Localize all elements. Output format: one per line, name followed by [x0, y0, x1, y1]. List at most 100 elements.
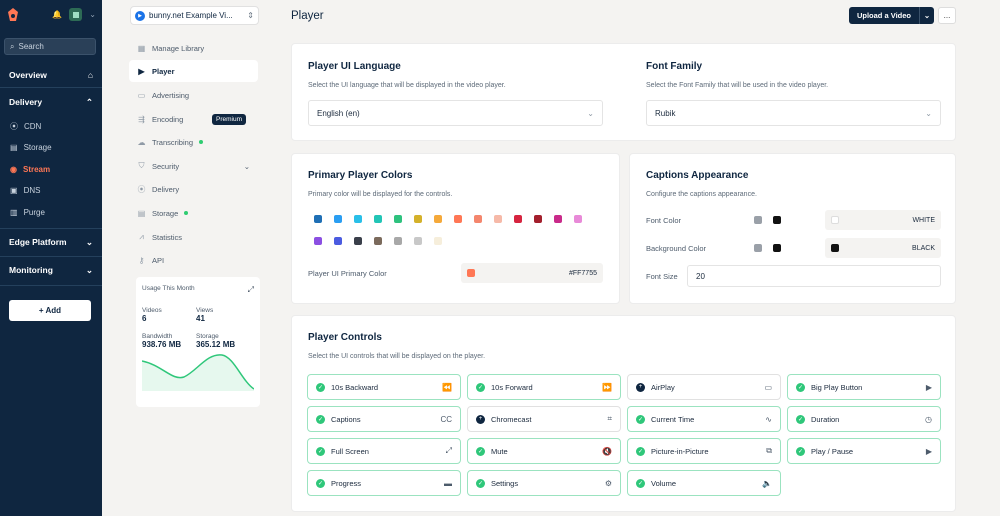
control-toggle[interactable]: ✓ 10s Forward ⏩	[467, 374, 621, 400]
font-size-input[interactable]: 20	[687, 265, 941, 287]
color-swatch[interactable]	[534, 215, 542, 223]
check-icon: ✓	[476, 446, 485, 456]
check-icon: ✓	[636, 478, 645, 488]
color-swatch[interactable]	[394, 237, 402, 245]
search-input[interactable]: ⌕ Search	[4, 38, 96, 55]
color-swatch[interactable]	[394, 215, 402, 223]
library-selector[interactable]: ▶ bunny.net Example Vi... ⇕	[130, 6, 259, 25]
control-label: Volume	[651, 478, 677, 488]
nav-edge-platform[interactable]: Edge Platform ⌄	[0, 235, 102, 249]
bell-icon[interactable]: 🔔	[52, 10, 62, 19]
chevron-down-icon[interactable]: ⌄	[89, 10, 96, 19]
stream-icon: ◉	[10, 164, 17, 174]
control-toggle[interactable]: ✓ Captions CC	[307, 406, 461, 432]
plus-icon: +	[636, 382, 645, 392]
color-swatch[interactable]	[414, 237, 422, 245]
control-toggle[interactable]: ✓ 10s Backward ⏪	[307, 374, 461, 400]
more-button[interactable]: ...	[938, 7, 956, 24]
nav-storage[interactable]: ▤ Storage	[0, 141, 102, 153]
control-toggle[interactable]: ✓ Picture-in-Picture ⧉	[627, 438, 781, 464]
chevron-down-icon[interactable]: ⌄	[919, 7, 934, 24]
nav-stream[interactable]: ◉ Stream	[0, 163, 102, 175]
font-select[interactable]: Rubik ⌄	[646, 100, 941, 126]
check-icon: ✓	[316, 414, 325, 424]
control-toggle[interactable]: ✓ Settings ⚙	[467, 470, 621, 496]
color-swatch[interactable]	[354, 215, 362, 223]
control-label: Duration	[811, 414, 840, 424]
captions-card: Captions Appearance Configure the captio…	[629, 153, 956, 304]
font-color-black-swatch[interactable]	[773, 216, 781, 224]
bg-color-field[interactable]: BLACK	[825, 238, 941, 258]
menu-delivery[interactable]: ⦿ Delivery	[129, 178, 258, 200]
control-toggle[interactable]: ✓ Full Screen ⤢	[307, 438, 461, 464]
menu-label: Player	[152, 66, 175, 76]
menu-storage[interactable]: ▤ Storage	[129, 202, 258, 224]
menu-api[interactable]: ⚷ API	[129, 249, 258, 271]
color-swatch[interactable]	[574, 215, 582, 223]
font-value: Rubik	[655, 108, 676, 118]
nav-monitoring[interactable]: Monitoring ⌄	[0, 263, 102, 277]
menu-transcribing[interactable]: ☁ Transcribing	[129, 131, 258, 153]
control-icon: ⧉	[766, 446, 772, 455]
color-swatch[interactable]	[354, 237, 362, 245]
bg-color-black-swatch[interactable]	[773, 244, 781, 252]
bunny-logo-icon[interactable]	[6, 7, 20, 23]
captions-desc: Configure the captions appearance.	[646, 191, 757, 198]
color-swatch[interactable]	[454, 215, 462, 223]
font-color-field[interactable]: WHITE	[825, 210, 941, 230]
nav-delivery[interactable]: Delivery ⌃	[0, 95, 102, 109]
menu-security[interactable]: ⛉ Security ⌄	[129, 155, 258, 177]
nav-purge[interactable]: ▥ Purge	[0, 206, 102, 218]
views-value: 41	[196, 314, 205, 323]
search-placeholder: Search	[18, 42, 44, 51]
control-label: Settings	[491, 478, 519, 488]
primary-color-swatch[interactable]	[467, 269, 475, 277]
menu-advertising[interactable]: ▭ Advertising	[129, 84, 258, 106]
captions-title: Captions Appearance	[646, 170, 749, 181]
upload-video-button[interactable]: Upload a Video ⌄	[849, 7, 934, 24]
add-button[interactable]: + Add	[9, 300, 91, 321]
control-toggle[interactable]: ✓ Duration ◷	[787, 406, 941, 432]
nav-dns[interactable]: ▣ DNS	[0, 184, 102, 196]
color-swatch[interactable]	[314, 237, 322, 245]
color-swatch[interactable]	[414, 215, 422, 223]
control-toggle[interactable]: ✓ Current Time ∿	[627, 406, 781, 432]
control-toggle[interactable]: ✓ Big Play Button ▶	[787, 374, 941, 400]
expand-icon[interactable]: ⤢	[248, 285, 254, 295]
control-toggle[interactable]: ✓ Play / Pause ▶	[787, 438, 941, 464]
menu-manage-library[interactable]: ▦ Manage Library	[129, 37, 258, 59]
color-swatch[interactable]	[474, 215, 482, 223]
control-toggle[interactable]: ✓ Volume 🔈	[627, 470, 781, 496]
avatar[interactable]	[69, 8, 83, 21]
primary-color-field[interactable]: #FF7755	[461, 263, 603, 283]
color-swatch[interactable]	[374, 215, 382, 223]
color-swatch[interactable]	[334, 215, 342, 223]
control-toggle[interactable]: ✓ Progress ▬	[307, 470, 461, 496]
menu-statistics[interactable]: ⩘ Statistics	[129, 226, 258, 248]
color-swatch[interactable]	[434, 237, 442, 245]
menu-encoding[interactable]: ⇶ Encoding Premium	[129, 108, 258, 130]
color-swatch[interactable]	[514, 215, 522, 223]
trash-icon: ▥	[10, 207, 18, 217]
color-swatch[interactable]	[314, 215, 322, 223]
font-color-gray-swatch[interactable]	[754, 216, 762, 224]
control-toggle[interactable]: ✓ Mute 🔇	[467, 438, 621, 464]
color-swatch[interactable]	[374, 237, 382, 245]
bg-color-gray-swatch[interactable]	[754, 244, 762, 252]
color-swatch[interactable]	[334, 237, 342, 245]
controls-title: Player Controls	[308, 332, 382, 343]
control-toggle[interactable]: + AirPlay ▭	[627, 374, 781, 400]
menu-label: Advertising	[152, 90, 190, 100]
font-desc: Select the Font Family that will be used…	[646, 82, 829, 89]
check-icon: ✓	[636, 414, 645, 424]
language-select[interactable]: English (en) ⌄	[308, 100, 603, 126]
control-toggle[interactable]: + Chromecast ⌗	[467, 406, 621, 432]
menu-player[interactable]: ▶ Player	[129, 60, 258, 82]
nav-cdn[interactable]: ⦿ CDN	[0, 120, 102, 132]
color-swatch[interactable]	[554, 215, 562, 223]
color-swatch[interactable]	[434, 215, 442, 223]
color-swatch[interactable]	[494, 215, 502, 223]
nav-overview[interactable]: Overview ⌂	[0, 68, 102, 82]
chevron-down-icon: ⌄	[925, 108, 932, 118]
library-panel: ▶ bunny.net Example Vi... ⇕ ▦ Manage Libr…	[102, 0, 270, 516]
